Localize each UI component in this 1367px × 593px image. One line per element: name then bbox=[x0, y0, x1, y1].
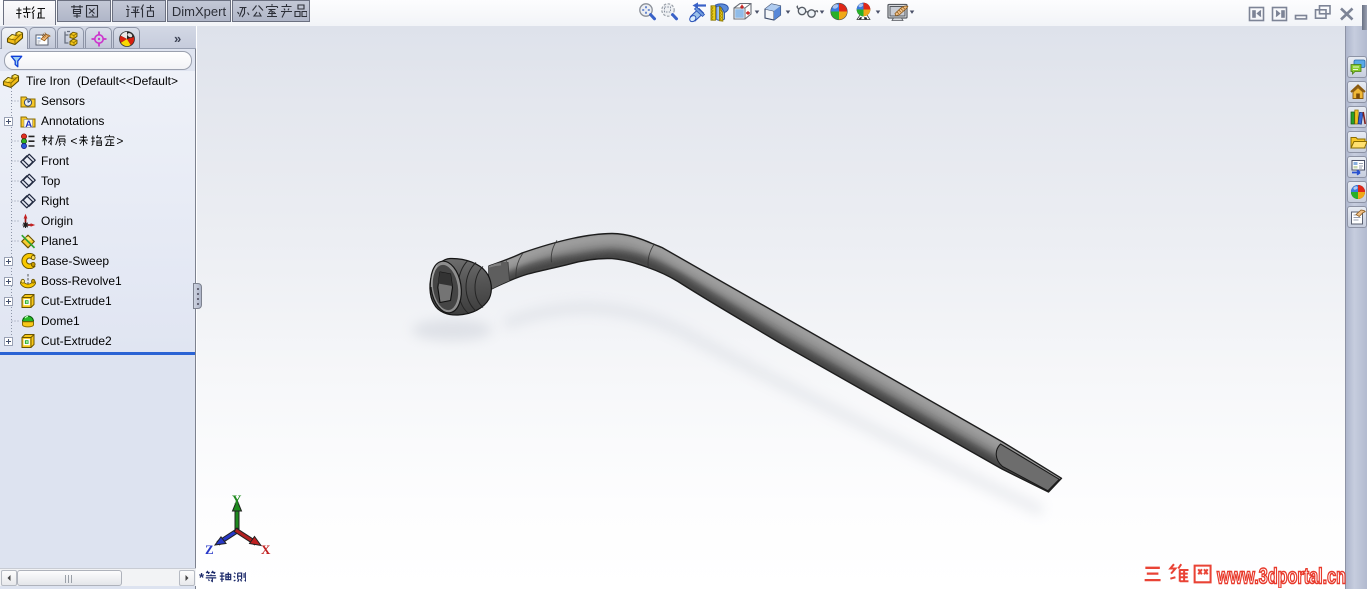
svg-text:Z: Z bbox=[205, 542, 214, 557]
svg-text:X: X bbox=[261, 542, 271, 557]
svg-text:www.3dportal.cn: www.3dportal.cn bbox=[1216, 564, 1346, 589]
svg-text:Y: Y bbox=[232, 492, 242, 507]
